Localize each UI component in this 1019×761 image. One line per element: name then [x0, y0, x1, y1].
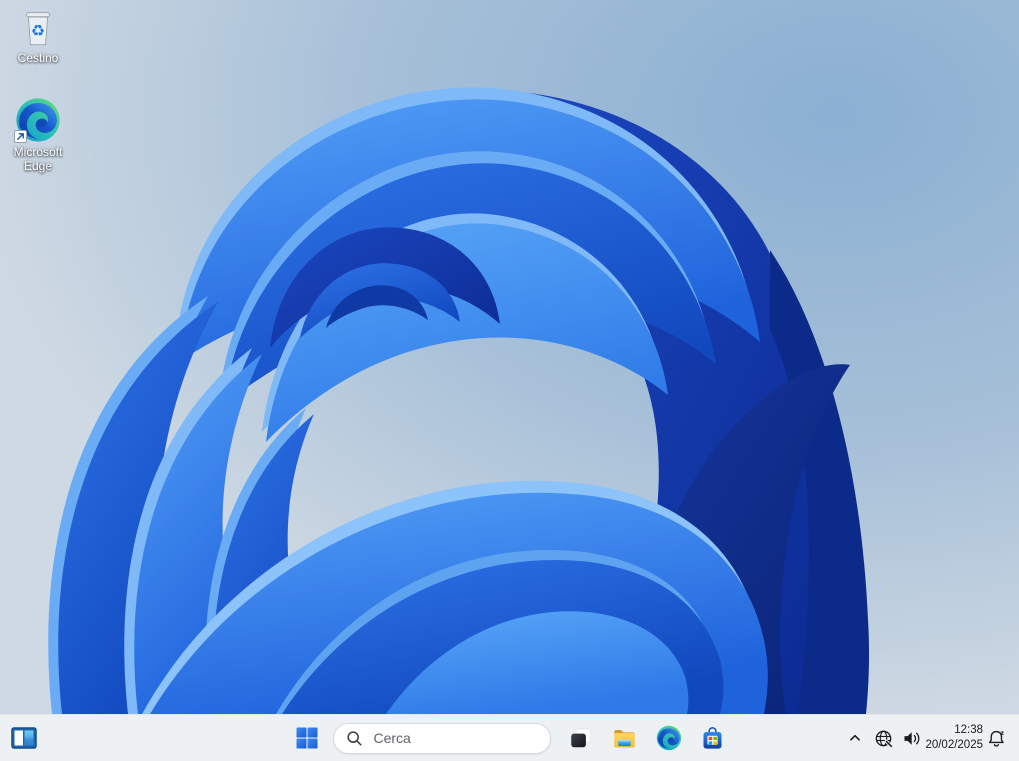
tray-chevron-button[interactable] [841, 720, 869, 756]
taskbar-center-group [287, 718, 733, 758]
microsoft-store-icon [699, 725, 726, 752]
desktop: Cestino Microsoft Edge Cerca 12:38 20/02… [0, 0, 1019, 761]
task-view-button[interactable] [561, 718, 601, 758]
volume-button[interactable] [897, 720, 925, 756]
speaker-icon [904, 731, 920, 745]
taskbar-search[interactable] [332, 722, 551, 754]
edge-taskbar-button[interactable] [649, 718, 689, 758]
recycle-bin-icon [17, 7, 59, 49]
network-button[interactable] [869, 720, 897, 756]
microsoft-store-button[interactable] [693, 718, 733, 758]
chevron-up-icon [850, 734, 861, 741]
tray-time: 12:38 [954, 723, 983, 736]
system-tray: 12:38 20/02/2025 z [841, 720, 1011, 756]
tray-date: 20/02/2025 [925, 739, 983, 751]
globe-no-internet-icon [875, 730, 894, 748]
widgets-icon [11, 727, 37, 749]
search-input[interactable] [371, 729, 538, 747]
file-explorer-icon [611, 725, 638, 752]
task-view-icon [568, 725, 594, 751]
microsoft-edge-icon [656, 725, 682, 751]
file-explorer-button[interactable] [605, 718, 645, 758]
search-icon [346, 730, 361, 745]
bell-dnd-icon: z [988, 729, 1004, 747]
wallpaper-bloom [0, 0, 1019, 714]
desktop-icon-label: Microsoft Edge [13, 144, 63, 173]
clock-button[interactable]: 12:38 20/02/2025 [925, 723, 983, 753]
svg-text:z: z [1000, 729, 1004, 737]
desktop-icon-label: Cestino [17, 51, 59, 65]
desktop-icon-microsoft-edge[interactable]: Microsoft Edge [0, 95, 76, 176]
desktop-icon-list: Cestino Microsoft Edge [0, 5, 76, 175]
start-button[interactable] [287, 718, 327, 758]
taskbar: 12:38 20/02/2025 z [0, 714, 1019, 761]
shortcut-arrow-icon [14, 129, 27, 143]
desktop-icon-recycle-bin[interactable]: Cestino [0, 5, 76, 68]
widgets-button[interactable] [7, 721, 41, 755]
notifications-button[interactable]: z [983, 720, 1011, 756]
windows-logo-icon [295, 726, 319, 750]
